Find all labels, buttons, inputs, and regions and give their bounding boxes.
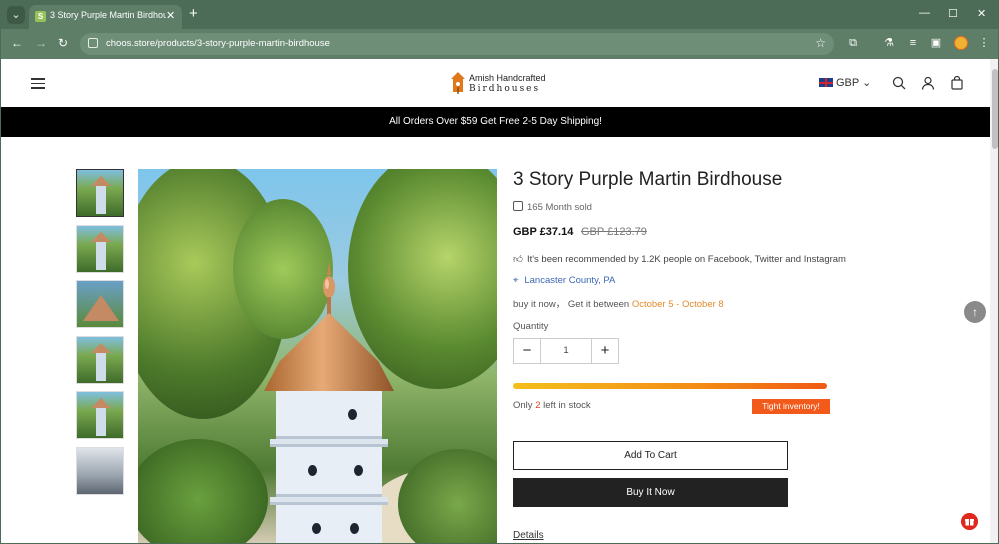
location-text: Lancaster County, PA xyxy=(524,275,616,286)
hamburger-menu-icon[interactable] xyxy=(31,78,45,89)
thumbnail-5[interactable] xyxy=(76,391,124,439)
reload-icon[interactable]: ↻ xyxy=(58,36,68,50)
scroll-to-top-button[interactable]: ↑ xyxy=(964,301,986,323)
site-logo[interactable]: Amish Handcrafted Birdhouses xyxy=(451,72,551,96)
tab-search-button[interactable]: ⌄ xyxy=(7,6,25,24)
delivery-end: October 8 xyxy=(681,299,724,310)
side-panel-icon[interactable]: ▣ xyxy=(930,37,942,49)
stock-progress-bar xyxy=(513,383,827,389)
bag-icon xyxy=(513,201,523,211)
currency-selector[interactable]: GBP ⌄ xyxy=(819,76,871,89)
quantity-stepper: − 1 + xyxy=(513,338,619,364)
location-pin-icon: ⌖ xyxy=(513,275,519,286)
cart-icon[interactable] xyxy=(950,76,964,90)
currency-label: GBP xyxy=(836,77,860,89)
forward-icon[interactable]: → xyxy=(35,36,47,50)
back-icon[interactable]: ← xyxy=(11,36,23,50)
delivery-separator: - xyxy=(676,299,680,310)
thumbnail-2[interactable] xyxy=(76,225,124,273)
account-icon[interactable] xyxy=(921,76,935,90)
new-tab-button[interactable]: + xyxy=(189,6,198,22)
delivery-start: October 5 xyxy=(631,299,674,310)
sale-price: GBP £37.14 xyxy=(513,226,574,238)
thumbnail-3[interactable] xyxy=(76,280,124,328)
logo-line1: Amish Handcrafted xyxy=(469,73,546,83)
stock-suffix: left in stock xyxy=(543,400,591,411)
inventory-badge: Tight inventory! xyxy=(752,399,830,414)
uk-flag-icon xyxy=(819,78,833,87)
thumbnail-1[interactable] xyxy=(76,169,124,217)
close-tab-icon[interactable]: ✕ xyxy=(166,9,175,22)
page-scrollbar[interactable] xyxy=(990,59,998,543)
tab-strip: ⌄ S 3 Story Purple Martin Birdhouse ✕ + … xyxy=(1,1,998,29)
page-content: Amish Handcrafted Birdhouses GBP ⌄ All O… xyxy=(1,59,990,543)
thumbs-up-icon: 👍︎ xyxy=(513,254,523,265)
maximize-icon[interactable]: ☐ xyxy=(948,7,958,20)
thumbnail-4[interactable] xyxy=(76,336,124,384)
buy-now-button[interactable]: Buy It Now xyxy=(513,478,788,507)
quantity-label: Quantity xyxy=(513,321,549,332)
recommendation-text: It's been recommended by 1.2K people on … xyxy=(526,254,846,265)
birdhouse-logo-icon xyxy=(451,72,465,94)
sold-count: 165 Month sold xyxy=(513,201,592,213)
product-main-image[interactable] xyxy=(138,169,497,543)
site-header: Amish Handcrafted Birdhouses GBP ⌄ xyxy=(1,59,990,107)
shipping-banner: All Orders Over $59 Get Free 2-5 Day Shi… xyxy=(1,107,990,137)
stock-progress-fill xyxy=(513,383,827,389)
chevron-down-icon: ⌄ xyxy=(862,77,872,89)
quantity-input[interactable]: 1 xyxy=(541,339,591,363)
url-text: choos.store/products/3-story-purple-mart… xyxy=(106,38,330,49)
birdhouse-illustration xyxy=(264,261,394,543)
extensions-icon[interactable]: ⧉ xyxy=(847,37,859,49)
delivery-prefix: buy it now， Get it between xyxy=(513,299,630,310)
bookmark-star-icon[interactable]: ☆ xyxy=(815,36,826,50)
decrease-quantity-button[interactable]: − xyxy=(514,339,541,363)
stock-count: 2 xyxy=(535,400,541,411)
menu-kebab-icon[interactable]: ⋮ xyxy=(978,37,990,49)
tab-title: 3 Story Purple Martin Birdhouse xyxy=(50,10,166,20)
increase-quantity-button[interactable]: + xyxy=(591,339,618,363)
stock-line: Only 2 left in stock xyxy=(513,400,591,411)
minimize-icon[interactable]: — xyxy=(919,7,930,19)
logo-line2: Birdhouses xyxy=(469,84,541,94)
site-info-icon[interactable] xyxy=(88,38,98,48)
gift-widget-icon[interactable] xyxy=(961,513,978,530)
toolbar: ← → ↻ choos.store/products/3-story-purpl… xyxy=(1,29,998,59)
shop-favicon-icon: S xyxy=(35,11,46,22)
tab-active[interactable]: S 3 Story Purple Martin Birdhouse ✕ xyxy=(29,5,182,29)
recommendation-line: 👍︎ It's been recommended by 1.2K people o… xyxy=(513,253,846,265)
stock-prefix: Only xyxy=(513,400,533,411)
sold-text: 165 Month sold xyxy=(527,202,592,213)
location-line[interactable]: ⌖ Lancaster County, PA xyxy=(513,275,615,286)
thumbnail-6[interactable] xyxy=(76,447,124,495)
product-title: 3 Story Purple Martin Birdhouse xyxy=(513,169,783,190)
address-bar[interactable]: choos.store/products/3-story-purple-mart… xyxy=(80,33,834,55)
search-icon[interactable] xyxy=(892,76,906,90)
reading-list-icon[interactable]: ≡ xyxy=(907,37,919,49)
close-window-icon[interactable]: ✕ xyxy=(977,7,986,20)
scrollbar-thumb[interactable] xyxy=(992,69,998,149)
labs-flask-icon[interactable]: ⚗ xyxy=(883,37,895,49)
profile-avatar[interactable] xyxy=(954,36,968,50)
add-to-cart-button[interactable]: Add To Cart xyxy=(513,441,788,470)
tab-details[interactable]: Details xyxy=(513,530,544,541)
original-price: GBP £123.79 xyxy=(581,226,647,238)
browser-window: ⌄ S 3 Story Purple Martin Birdhouse ✕ + … xyxy=(0,0,999,544)
delivery-estimate: buy it now， Get it between October 5 - O… xyxy=(513,296,724,310)
